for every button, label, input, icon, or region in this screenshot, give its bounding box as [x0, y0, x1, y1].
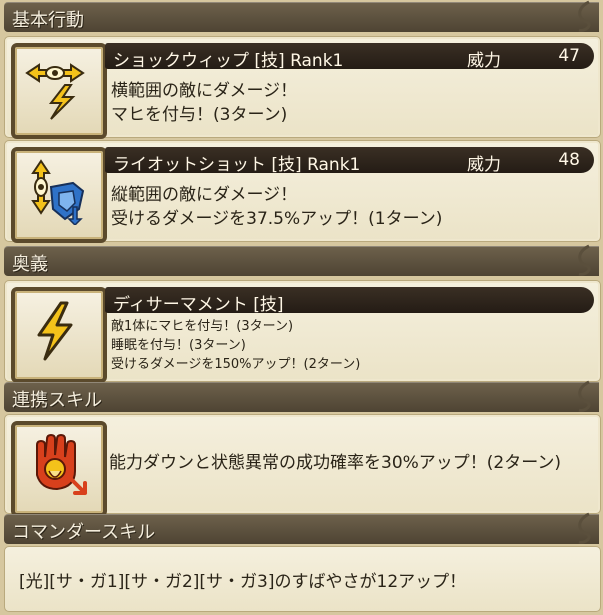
section-header-renkei: 連携スキル [4, 380, 599, 412]
skill-name: ライオットショット [技] Rank1 [113, 155, 361, 175]
shock-whip-icon [25, 63, 85, 120]
ougi-card[interactable]: ディサーマメント [技] 敵1体にマヒを付与！(3ターン) 睡眠を付与！(3ター… [4, 280, 601, 383]
section-title-ougi: 奥義 [12, 254, 48, 275]
ougi-name: ディサーマメント [技] [113, 295, 284, 315]
skill-title-bar: ライオットショット [技] Rank1 威力 48 [105, 147, 594, 175]
ougi-desc-line: 睡眠を付与！(3ターン) [111, 338, 246, 353]
shock-whip-icon-frame [11, 43, 107, 139]
scroll-curl-icon [578, 380, 591, 412]
section-header-basic: 基本行動 [4, 0, 599, 32]
ougi-desc-line: 敵1体にマヒを付与！(3ターン) [111, 319, 294, 334]
section-title-renkei: 連携スキル [12, 390, 102, 411]
section-header-ougi: 奥義 [4, 244, 599, 276]
ougi-desc-line: 受けるダメージを150%アップ！(2ターン) [111, 357, 361, 372]
skill-desc-line: 受けるダメージを37.5%アップ！(1ターン) [111, 209, 443, 229]
scroll-curl-icon [578, 512, 591, 544]
riot-shot-icon [31, 159, 85, 225]
commander-card[interactable]: [光][サ・ガ1][サ・ガ2][サ・ガ3]のすばやさが12アップ！ [4, 546, 601, 612]
power-label: 威力 [467, 51, 501, 71]
skill-panel: 基本行動 ショックウィップ [技] Rank1 威力 47 横範囲の敵にダメージ… [0, 0, 603, 615]
section-title-basic: 基本行動 [12, 10, 84, 31]
hand-debuff-icon-frame [11, 421, 107, 517]
power-value: 48 [558, 150, 580, 170]
skill-card-riot-shot[interactable]: ライオットショット [技] Rank1 威力 48 縦範囲の敵にダメージ！ 受け… [4, 140, 601, 243]
hand-debuff-icon [36, 433, 87, 495]
skill-desc-line: マヒを付与！(3ターン) [111, 105, 288, 125]
riot-shot-icon-frame [11, 147, 107, 243]
scroll-curl-icon [578, 244, 591, 276]
renkei-card[interactable]: 能力ダウンと状態異常の成功確率を30%アップ！(2ターン) [4, 414, 601, 517]
lightning-icon [37, 301, 73, 361]
scroll-curl-icon [578, 0, 591, 32]
skill-card-shock-whip[interactable]: ショックウィップ [技] Rank1 威力 47 横範囲の敵にダメージ！ マヒを… [4, 36, 601, 139]
skill-title-bar: ショックウィップ [技] Rank1 威力 47 [105, 43, 594, 71]
renkei-desc: 能力ダウンと状態異常の成功確率を30%アップ！(2ターン) [109, 453, 562, 473]
power-label: 威力 [467, 155, 501, 175]
skill-desc-line: 横範囲の敵にダメージ！ [111, 81, 298, 101]
skill-name: ショックウィップ [技] Rank1 [113, 51, 344, 71]
power-value: 47 [558, 46, 580, 66]
commander-desc: [光][サ・ガ1][サ・ガ2][サ・ガ3]のすばやさが12アップ！ [19, 572, 467, 592]
section-title-commander: コマンダースキル [12, 522, 156, 543]
skill-desc-line: 縦範囲の敵にダメージ！ [111, 185, 298, 205]
section-header-commander: コマンダースキル [4, 512, 599, 544]
lightning-icon-frame [11, 287, 107, 383]
ougi-title-bar: ディサーマメント [技] [105, 287, 594, 315]
